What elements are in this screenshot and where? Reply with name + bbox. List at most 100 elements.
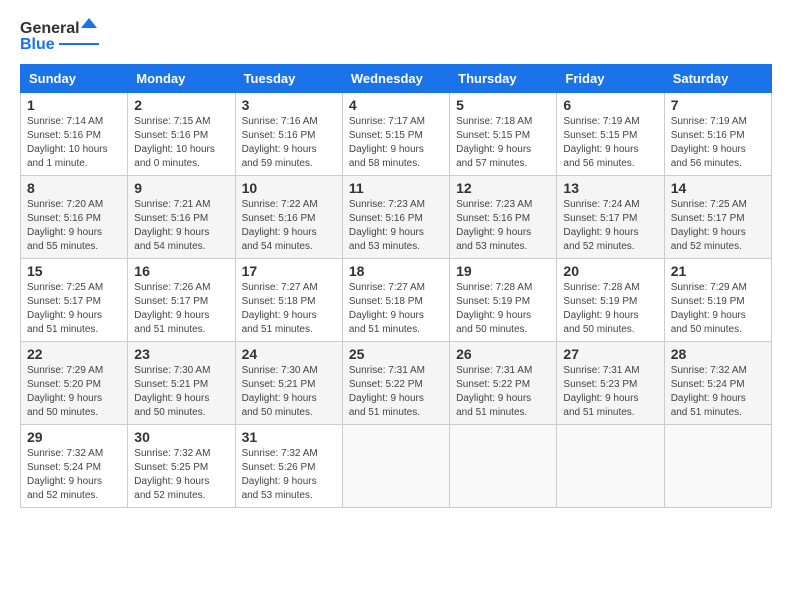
day-info: Sunrise: 7:32 AMSunset: 5:26 PMDaylight:…	[242, 447, 336, 503]
day-info: Sunrise: 7:31 AMSunset: 5:22 PMDaylight:…	[456, 364, 550, 420]
calendar-cell: 10 Sunrise: 7:22 AMSunset: 5:16 PMDayligh…	[235, 176, 342, 259]
logo: General Blue	[20, 20, 99, 54]
day-info: Sunrise: 7:20 AMSunset: 5:16 PMDaylight:…	[27, 198, 121, 254]
day-info: Sunrise: 7:25 AMSunset: 5:17 PMDaylight:…	[671, 198, 765, 254]
day-info: Sunrise: 7:19 AMSunset: 5:16 PMDaylight:…	[671, 115, 765, 171]
calendar-cell: 25 Sunrise: 7:31 AMSunset: 5:22 PMDayligh…	[342, 342, 449, 425]
day-info: Sunrise: 7:26 AMSunset: 5:17 PMDaylight:…	[134, 281, 228, 337]
day-number: 12	[456, 180, 550, 196]
day-info: Sunrise: 7:32 AMSunset: 5:25 PMDaylight:…	[134, 447, 228, 503]
day-number: 6	[563, 97, 657, 113]
calendar-cell: 28 Sunrise: 7:32 AMSunset: 5:24 PMDayligh…	[664, 342, 771, 425]
day-info: Sunrise: 7:31 AMSunset: 5:23 PMDaylight:…	[563, 364, 657, 420]
calendar-cell: 13 Sunrise: 7:24 AMSunset: 5:17 PMDayligh…	[557, 176, 664, 259]
calendar-cell	[664, 425, 771, 508]
day-number: 9	[134, 180, 228, 196]
calendar-cell: 6 Sunrise: 7:19 AMSunset: 5:15 PMDaylight…	[557, 93, 664, 176]
day-info: Sunrise: 7:27 AMSunset: 5:18 PMDaylight:…	[349, 281, 443, 337]
day-info: Sunrise: 7:25 AMSunset: 5:17 PMDaylight:…	[27, 281, 121, 337]
calendar-cell: 30 Sunrise: 7:32 AMSunset: 5:25 PMDayligh…	[128, 425, 235, 508]
calendar-cell: 9 Sunrise: 7:21 AMSunset: 5:16 PMDaylight…	[128, 176, 235, 259]
calendar-cell: 23 Sunrise: 7:30 AMSunset: 5:21 PMDayligh…	[128, 342, 235, 425]
day-number: 31	[242, 429, 336, 445]
day-info: Sunrise: 7:32 AMSunset: 5:24 PMDaylight:…	[671, 364, 765, 420]
day-info: Sunrise: 7:29 AMSunset: 5:19 PMDaylight:…	[671, 281, 765, 337]
calendar-cell	[557, 425, 664, 508]
calendar-cell: 22 Sunrise: 7:29 AMSunset: 5:20 PMDayligh…	[21, 342, 128, 425]
day-info: Sunrise: 7:22 AMSunset: 5:16 PMDaylight:…	[242, 198, 336, 254]
day-info: Sunrise: 7:28 AMSunset: 5:19 PMDaylight:…	[563, 281, 657, 337]
calendar-cell: 11 Sunrise: 7:23 AMSunset: 5:16 PMDayligh…	[342, 176, 449, 259]
day-number: 28	[671, 346, 765, 362]
day-info: Sunrise: 7:18 AMSunset: 5:15 PMDaylight:…	[456, 115, 550, 171]
column-header-thursday: Thursday	[450, 65, 557, 93]
calendar-cell: 21 Sunrise: 7:29 AMSunset: 5:19 PMDayligh…	[664, 259, 771, 342]
logo-rule	[59, 43, 99, 45]
column-header-monday: Monday	[128, 65, 235, 93]
day-number: 22	[27, 346, 121, 362]
calendar-cell: 27 Sunrise: 7:31 AMSunset: 5:23 PMDayligh…	[557, 342, 664, 425]
calendar-cell: 15 Sunrise: 7:25 AMSunset: 5:17 PMDayligh…	[21, 259, 128, 342]
column-header-friday: Friday	[557, 65, 664, 93]
calendar-cell: 12 Sunrise: 7:23 AMSunset: 5:16 PMDayligh…	[450, 176, 557, 259]
calendar-cell: 18Sunrise: 7:27 AMSunset: 5:18 PMDayligh…	[342, 259, 449, 342]
day-info: Sunrise: 7:21 AMSunset: 5:16 PMDaylight:…	[134, 198, 228, 254]
day-number: 20	[563, 263, 657, 279]
day-number: 3	[242, 97, 336, 113]
logo-flag-icon	[81, 18, 97, 34]
day-number: 23	[134, 346, 228, 362]
column-header-sunday: Sunday	[21, 65, 128, 93]
calendar-table: SundayMondayTuesdayWednesdayThursdayFrid…	[20, 64, 772, 508]
day-info: Sunrise: 7:23 AMSunset: 5:16 PMDaylight:…	[349, 198, 443, 254]
day-number: 29	[27, 429, 121, 445]
day-info: Sunrise: 7:16 AMSunset: 5:16 PMDaylight:…	[242, 115, 336, 171]
day-number: 24	[242, 346, 336, 362]
day-info: Sunrise: 7:23 AMSunset: 5:16 PMDaylight:…	[456, 198, 550, 254]
day-info: Sunrise: 7:30 AMSunset: 5:21 PMDaylight:…	[242, 364, 336, 420]
day-number: 14	[671, 180, 765, 196]
day-number: 21	[671, 263, 765, 279]
day-number: 11	[349, 180, 443, 196]
day-number: 5	[456, 97, 550, 113]
day-number: 17	[242, 263, 336, 279]
calendar-cell	[342, 425, 449, 508]
calendar-cell: 19 Sunrise: 7:28 AMSunset: 5:19 PMDayligh…	[450, 259, 557, 342]
calendar-cell: 14 Sunrise: 7:25 AMSunset: 5:17 PMDayligh…	[664, 176, 771, 259]
day-info: Sunrise: 7:24 AMSunset: 5:17 PMDaylight:…	[563, 198, 657, 254]
column-header-wednesday: Wednesday	[342, 65, 449, 93]
day-info: Sunrise: 7:14 AMSunset: 5:16 PMDaylight:…	[27, 115, 121, 171]
day-info: Sunrise: 7:19 AMSunset: 5:15 PMDaylight:…	[563, 115, 657, 171]
day-number: 15	[27, 263, 121, 279]
day-number: 16	[134, 263, 228, 279]
day-info: Sunrise: 7:31 AMSunset: 5:22 PMDaylight:…	[349, 364, 443, 420]
logo-blue-line: Blue	[20, 36, 99, 54]
calendar-cell: 1 Sunrise: 7:14 AMSunset: 5:16 PMDaylight…	[21, 93, 128, 176]
day-number: 25	[349, 346, 443, 362]
day-number: 27	[563, 346, 657, 362]
day-number: 19	[456, 263, 550, 279]
day-info: Sunrise: 7:28 AMSunset: 5:19 PMDaylight:…	[456, 281, 550, 337]
calendar-cell: 31 Sunrise: 7:32 AMSunset: 5:26 PMDayligh…	[235, 425, 342, 508]
day-info: Sunrise: 7:29 AMSunset: 5:20 PMDaylight:…	[27, 364, 121, 420]
day-number: 10	[242, 180, 336, 196]
day-info: Sunrise: 7:27 AMSunset: 5:18 PMDaylight:…	[242, 281, 336, 337]
column-header-tuesday: Tuesday	[235, 65, 342, 93]
calendar-cell	[450, 425, 557, 508]
day-number: 2	[134, 97, 228, 113]
day-info: Sunrise: 7:30 AMSunset: 5:21 PMDaylight:…	[134, 364, 228, 420]
day-number: 26	[456, 346, 550, 362]
day-info: Sunrise: 7:15 AMSunset: 5:16 PMDaylight:…	[134, 115, 228, 171]
day-number: 1	[27, 97, 121, 113]
calendar-cell: 7Sunrise: 7:19 AMSunset: 5:16 PMDaylight…	[664, 93, 771, 176]
day-number: 30	[134, 429, 228, 445]
column-header-saturday: Saturday	[664, 65, 771, 93]
calendar-header-row: SundayMondayTuesdayWednesdayThursdayFrid…	[21, 65, 772, 93]
calendar-cell: 16 Sunrise: 7:26 AMSunset: 5:17 PMDayligh…	[128, 259, 235, 342]
logo-blue-text: Blue	[20, 36, 55, 54]
day-number: 13	[563, 180, 657, 196]
calendar-cell: 20 Sunrise: 7:28 AMSunset: 5:19 PMDayligh…	[557, 259, 664, 342]
calendar-cell: 26 Sunrise: 7:31 AMSunset: 5:22 PMDayligh…	[450, 342, 557, 425]
calendar-cell: 2 Sunrise: 7:15 AMSunset: 5:16 PMDaylight…	[128, 93, 235, 176]
calendar-cell: 17 Sunrise: 7:27 AMSunset: 5:18 PMDayligh…	[235, 259, 342, 342]
calendar-cell: 4Sunrise: 7:17 AMSunset: 5:15 PMDaylight…	[342, 93, 449, 176]
